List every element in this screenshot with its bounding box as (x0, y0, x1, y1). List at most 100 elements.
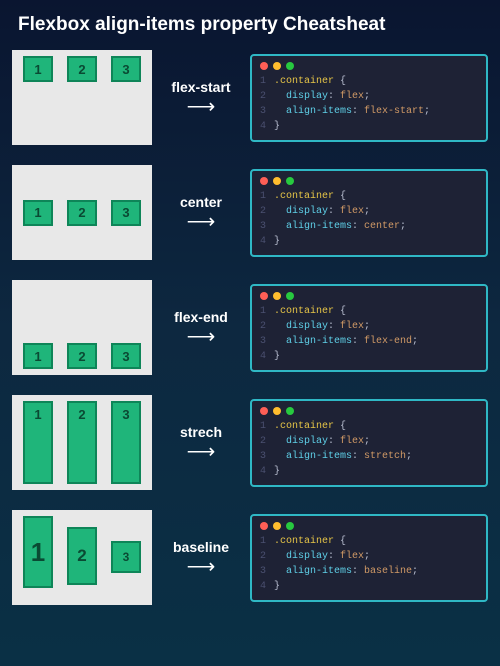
code-prop: align-items (286, 566, 352, 577)
code-selector: .container (274, 189, 334, 204)
row-stretch: 1 2 3 strech ⟶ 1.container { 2display: f… (12, 395, 488, 490)
line-number: 1 (260, 534, 274, 549)
demo-box: 1 (23, 56, 53, 82)
line-number: 3 (260, 219, 274, 234)
demo-box: 2 (67, 401, 97, 484)
dot-red-icon (260, 407, 268, 415)
code-colon: : (328, 436, 340, 447)
code-brace: } (274, 234, 280, 249)
code-brace: { (340, 189, 346, 204)
code-val: flex (340, 206, 364, 217)
code-selector: .container (274, 74, 334, 89)
code-selector: .container (274, 304, 334, 319)
arrow-icon: ⟶ (162, 442, 240, 462)
line-number: 4 (260, 579, 274, 594)
code-block: 1.container { 2display: flex; 3align-ite… (250, 284, 488, 372)
dot-green-icon (286, 62, 294, 70)
code-semi: ; (364, 551, 370, 562)
demo-center: 1 2 3 (12, 165, 152, 260)
align-label: center (162, 194, 240, 210)
arrow-icon: ⟶ (162, 212, 240, 232)
code-val: baseline (364, 566, 412, 577)
code-prop: display (286, 91, 328, 102)
line-number: 3 (260, 564, 274, 579)
code-prop: display (286, 551, 328, 562)
code-semi: ; (400, 221, 406, 232)
code-prop: align-items (286, 221, 352, 232)
row-center: 1 2 3 center ⟶ 1.container { 2display: f… (12, 165, 488, 260)
label-col: center ⟶ (162, 194, 240, 232)
code-prop: display (286, 206, 328, 217)
align-label: flex-start (162, 79, 240, 95)
dot-red-icon (260, 62, 268, 70)
dot-yellow-icon (273, 407, 281, 415)
code-val: flex (340, 321, 364, 332)
code-brace: } (274, 579, 280, 594)
line-number: 3 (260, 104, 274, 119)
code-block: 1.container { 2display: flex; 3align-ite… (250, 169, 488, 257)
window-dots (252, 401, 486, 419)
code-semi: ; (412, 336, 418, 347)
code-colon: : (328, 321, 340, 332)
code-colon: : (328, 91, 340, 102)
line-number: 3 (260, 334, 274, 349)
arrow-icon: ⟶ (162, 327, 240, 347)
demo-box: 3 (111, 401, 141, 484)
demo-flex-start: 1 2 3 (12, 50, 152, 145)
page-title: Flexbox align-items property Cheatsheat (12, 14, 488, 36)
line-number: 2 (260, 89, 274, 104)
code-selector: .container (274, 419, 334, 434)
line-number: 3 (260, 449, 274, 464)
line-number: 4 (260, 464, 274, 479)
code-block: 1.container { 2display: flex; 3align-ite… (250, 54, 488, 142)
dot-yellow-icon (273, 292, 281, 300)
code-prop: align-items (286, 106, 352, 117)
code-brace: } (274, 464, 280, 479)
code-semi: ; (364, 321, 370, 332)
code-prop: display (286, 436, 328, 447)
demo-box: 1 (23, 200, 53, 226)
code-val: center (364, 221, 400, 232)
dot-red-icon (260, 522, 268, 530)
code-semi: ; (412, 566, 418, 577)
dot-yellow-icon (273, 62, 281, 70)
window-dots (252, 56, 486, 74)
demo-box: 1 (23, 401, 53, 484)
dot-green-icon (286, 522, 294, 530)
align-label: strech (162, 424, 240, 440)
code-val: stretch (364, 451, 406, 462)
code-brace: } (274, 349, 280, 364)
code-colon: : (352, 451, 364, 462)
line-number: 1 (260, 74, 274, 89)
code-colon: : (328, 206, 340, 217)
dot-red-icon (260, 177, 268, 185)
code-block: 1.container { 2display: flex; 3align-ite… (250, 514, 488, 602)
code-semi: ; (364, 91, 370, 102)
label-col: flex-end ⟶ (162, 309, 240, 347)
demo-box: 2 (67, 527, 97, 585)
demo-box: 3 (111, 541, 141, 573)
arrow-icon: ⟶ (162, 557, 240, 577)
label-col: baseline ⟶ (162, 539, 240, 577)
line-number: 2 (260, 549, 274, 564)
arrow-icon: ⟶ (162, 97, 240, 117)
code-val: flex-start (364, 106, 424, 117)
demo-box: 1 (23, 343, 53, 369)
dot-green-icon (286, 292, 294, 300)
row-baseline: 1 2 3 baseline ⟶ 1.container { 2display:… (12, 510, 488, 605)
dot-red-icon (260, 292, 268, 300)
code-selector: .container (274, 534, 334, 549)
code-brace: { (340, 304, 346, 319)
line-number: 4 (260, 234, 274, 249)
demo-box: 2 (67, 343, 97, 369)
line-number: 1 (260, 189, 274, 204)
demo-box: 2 (67, 200, 97, 226)
line-number: 4 (260, 349, 274, 364)
code-prop: align-items (286, 451, 352, 462)
code-colon: : (352, 106, 364, 117)
window-dots (252, 171, 486, 189)
align-label: flex-end (162, 309, 240, 325)
code-colon: : (352, 336, 364, 347)
align-label: baseline (162, 539, 240, 555)
line-number: 2 (260, 434, 274, 449)
